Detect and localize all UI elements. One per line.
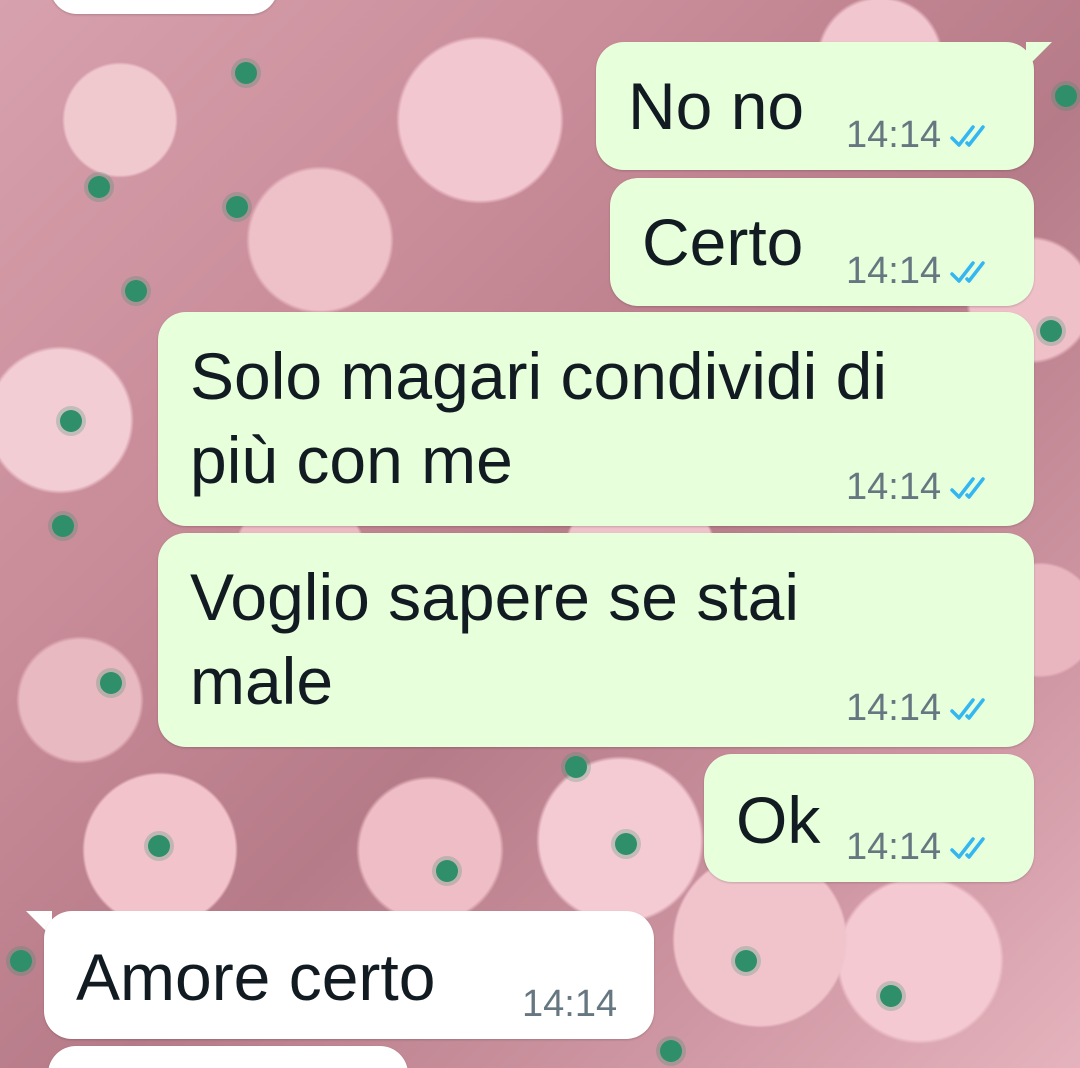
message-time: 14:14 [846,466,942,508]
message-time: 14:14 [846,250,942,292]
message-text: Ok [736,783,821,857]
message-meta: 14:14 [846,250,991,293]
double-check-read-icon [950,124,985,147]
message-meta: 14:14 [846,114,991,157]
message-text-line-1: Solo magari condividi di [190,339,888,413]
message-bubble[interactable]: Amore certo 14:14 [44,911,654,1039]
partial-incoming-bubble-top [50,0,278,14]
message-time: 14:14 [846,114,942,156]
message-bubble[interactable]: Certo 14:14 [610,178,1034,306]
double-check-read-icon [950,697,985,720]
message-meta: 14:14 [522,983,617,1026]
message-bubble[interactable]: Ok 14:14 [704,754,1034,882]
message-text-line-1: Voglio sapere se stai [190,560,800,634]
message-time: 14:14 [846,687,942,729]
message-time: 14:14 [522,983,618,1025]
double-check-read-icon [950,260,985,283]
message-meta: 14:14 [846,466,991,509]
message-text-line-2: più con me [190,423,513,497]
partial-incoming-bubble-bottom [48,1046,408,1068]
message-meta: 14:14 [846,826,991,869]
double-check-read-icon [950,836,985,859]
message-bubble[interactable]: Solo magari condividi di più con me 14:1… [158,312,1034,526]
message-bubble[interactable]: No no 14:14 [596,42,1034,170]
message-text: No no [628,69,805,143]
bubble-tail [1026,42,1052,68]
message-text: Amore certo [76,940,436,1014]
message-text-line-2: male [190,644,334,718]
double-check-read-icon [950,476,985,499]
message-time: 14:14 [846,826,942,868]
message-meta: 14:14 [846,687,991,730]
message-text: Certo [642,205,804,279]
message-bubble[interactable]: Voglio sapere se stai male 14:14 [158,533,1034,747]
